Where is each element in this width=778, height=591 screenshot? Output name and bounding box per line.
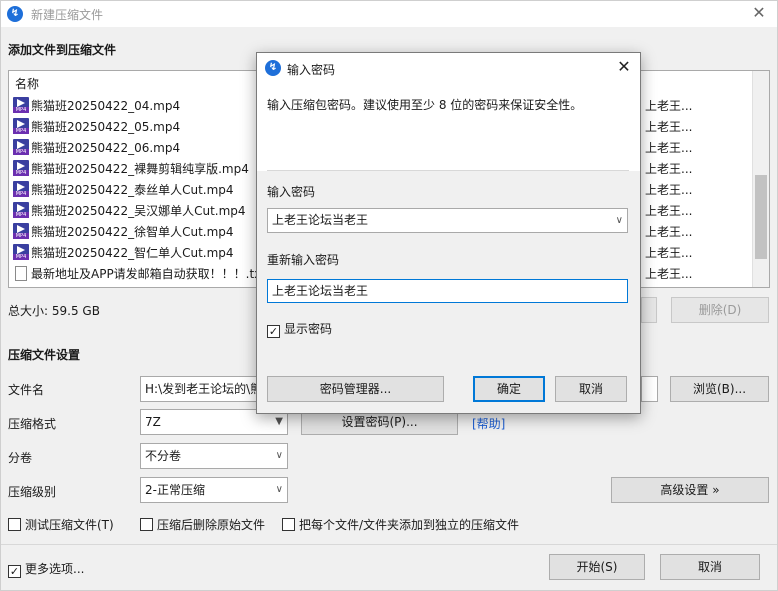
add-files-heading: 添加文件到压缩文件 <box>8 43 117 57</box>
file-path-cell: 上老王... <box>645 204 693 218</box>
format-label: 压缩格式 <box>8 417 57 431</box>
delete-button[interactable]: 删除(D) <box>671 297 769 323</box>
chevron-down-icon: ∨ <box>615 215 623 226</box>
window-title: 新建压缩文件 <box>31 8 104 22</box>
app-logo-icon: ↯ <box>265 60 281 76</box>
dialog-divider <box>267 170 629 171</box>
column-header-name[interactable]: 名称 <box>15 75 39 92</box>
password-label: 输入密码 <box>267 185 316 199</box>
dialog-title: 输入密码 <box>287 63 336 77</box>
checkbox-unchecked-icon[interactable] <box>8 518 21 531</box>
list-scrollbar[interactable] <box>752 71 769 287</box>
more-options-toggle[interactable]: ✓ 更多选项... <box>8 560 84 578</box>
checkbox-checked-icon[interactable]: ✓ <box>267 325 280 338</box>
title-bar: ↯ 新建压缩文件 ✕ <box>1 1 777 27</box>
level-value: 2-正常压缩 <box>145 483 205 497</box>
test-archive-label: 测试压缩文件(T) <box>25 518 114 532</box>
help-link[interactable]: [帮助] <box>472 415 505 432</box>
start-button[interactable]: 开始(S) <box>549 554 645 580</box>
dialog-title-bar: ↯ 输入密码 ✕ <box>257 53 640 83</box>
split-value: 不分卷 <box>145 449 182 463</box>
more-options-label: 更多选项... <box>25 562 85 576</box>
file-path-cell: 上老王... <box>645 246 693 260</box>
checkbox-unchecked-icon[interactable] <box>282 518 295 531</box>
mp4-file-icon <box>13 97 29 113</box>
split-label: 分卷 <box>8 451 33 465</box>
dialog-close-icon[interactable]: ✕ <box>607 55 641 81</box>
advanced-settings-button[interactable]: 高级设置 » <box>611 477 769 503</box>
mp4-file-icon <box>13 139 29 155</box>
file-path-cell: 上老王... <box>645 141 693 155</box>
chevron-down-icon: ∨ <box>275 450 283 461</box>
delete-after-label: 压缩后删除原始文件 <box>157 518 266 532</box>
file-name: 熊猫班20250422_吴汉娜单人Cut.mp4 <box>31 204 246 218</box>
show-password-label: 显示密码 <box>284 322 333 336</box>
file-name: 熊猫班20250422_智仁单人Cut.mp4 <box>31 246 234 260</box>
filename-input-edge[interactable] <box>641 376 658 402</box>
dialog-description: 输入压缩包密码。建议使用至少 8 位的密码来保证安全性。 <box>267 98 583 112</box>
list-item[interactable]: 熊猫班20250422_06.mp4 <box>13 138 180 158</box>
file-name: 熊猫班20250422_06.mp4 <box>31 141 181 155</box>
mp4-file-icon <box>13 223 29 239</box>
mp4-file-icon <box>13 118 29 134</box>
format-value: 7Z <box>145 415 161 429</box>
password-value: 上老王论坛当老王 <box>272 213 369 227</box>
password-manager-button[interactable]: 密码管理器... <box>267 376 444 402</box>
file-name: 熊猫班20250422_裸舞剪辑纯享版.mp4 <box>31 162 249 176</box>
mp4-file-icon <box>13 202 29 218</box>
file-path-cell: 上老王... <box>645 99 693 113</box>
filename-input[interactable]: H:\发到老王论坛的\熊 <box>140 376 260 402</box>
list-item[interactable]: 熊猫班20250422_吴汉娜单人Cut.mp4 <box>13 201 246 221</box>
ok-button[interactable]: 确定 <box>473 376 545 402</box>
dialog-cancel-button[interactable]: 取消 <box>555 376 627 402</box>
separate-archives-label: 把每个文件/文件夹添加到独立的压缩文件 <box>299 518 520 532</box>
show-password-option[interactable]: ✓ 显示密码 <box>267 320 332 338</box>
file-name: 熊猫班20250422_04.mp4 <box>31 99 181 113</box>
dialog-description-area: 输入压缩包密码。建议使用至少 8 位的密码来保证安全性。 <box>257 83 640 171</box>
mp4-file-icon <box>13 160 29 176</box>
list-item[interactable]: 熊猫班20250422_徐智单人Cut.mp4 <box>13 222 234 242</box>
list-item[interactable]: 最新地址及APP请发邮箱自动获取！！！.txt <box>13 264 266 284</box>
window-close-icon[interactable]: ✕ <box>742 1 776 27</box>
password-dialog: ↯ 输入密码 ✕ 输入压缩包密码。建议使用至少 8 位的密码来保证安全性。 输入… <box>256 52 641 414</box>
level-select[interactable]: 2-正常压缩 ∨ <box>140 477 288 503</box>
separate-archives-option[interactable]: 把每个文件/文件夹添加到独立的压缩文件 <box>282 516 519 533</box>
checkbox-checked-icon[interactable]: ✓ <box>8 565 21 578</box>
test-archive-option[interactable]: 测试压缩文件(T) <box>8 516 114 533</box>
split-select[interactable]: 不分卷 ∨ <box>140 443 288 469</box>
file-path-cell: 上老王... <box>645 225 693 239</box>
file-name: 熊猫班20250422_05.mp4 <box>31 120 181 134</box>
settings-heading: 压缩文件设置 <box>8 348 81 362</box>
reenter-label: 重新输入密码 <box>267 253 340 267</box>
total-size: 总大小: 59.5 GB <box>8 304 100 318</box>
list-item[interactable]: 熊猫班20250422_智仁单人Cut.mp4 <box>13 243 234 263</box>
hidden-button-edge[interactable] <box>641 297 657 323</box>
cancel-button[interactable]: 取消 <box>660 554 760 580</box>
file-path-cell: 上老王... <box>645 162 693 176</box>
list-item[interactable]: 熊猫班20250422_泰丝单人Cut.mp4 <box>13 180 234 200</box>
txt-file-icon <box>15 266 27 281</box>
file-name: 熊猫班20250422_徐智单人Cut.mp4 <box>31 225 234 239</box>
level-label: 压缩级别 <box>8 485 57 499</box>
footer-divider <box>1 544 777 545</box>
password-select[interactable]: 上老王论坛当老王 ∨ <box>267 208 628 233</box>
file-path-cell: 上老王... <box>645 183 693 197</box>
browse-button[interactable]: 浏览(B)... <box>670 376 769 402</box>
file-name: 最新地址及APP请发邮箱自动获取！！！.txt <box>31 267 267 281</box>
file-path-cell: 上老王... <box>645 120 693 134</box>
app-logo-icon: ↯ <box>7 6 23 22</box>
mp4-file-icon <box>13 244 29 260</box>
mp4-file-icon <box>13 181 29 197</box>
list-item[interactable]: 熊猫班20250422_04.mp4 <box>13 96 180 116</box>
delete-after-option[interactable]: 压缩后删除原始文件 <box>140 516 265 533</box>
checkbox-unchecked-icon[interactable] <box>140 518 153 531</box>
scrollbar-thumb[interactable] <box>755 175 767 259</box>
file-name: 熊猫班20250422_泰丝单人Cut.mp4 <box>31 183 234 197</box>
list-item[interactable]: 熊猫班20250422_05.mp4 <box>13 117 180 137</box>
list-item[interactable]: 熊猫班20250422_裸舞剪辑纯享版.mp4 <box>13 159 249 179</box>
file-path-cell: 上老王... <box>645 267 693 281</box>
reenter-password-input[interactable]: 上老王论坛当老王 <box>267 279 628 303</box>
chevron-down-icon: ∨ <box>275 484 283 495</box>
filename-label: 文件名 <box>8 383 45 397</box>
